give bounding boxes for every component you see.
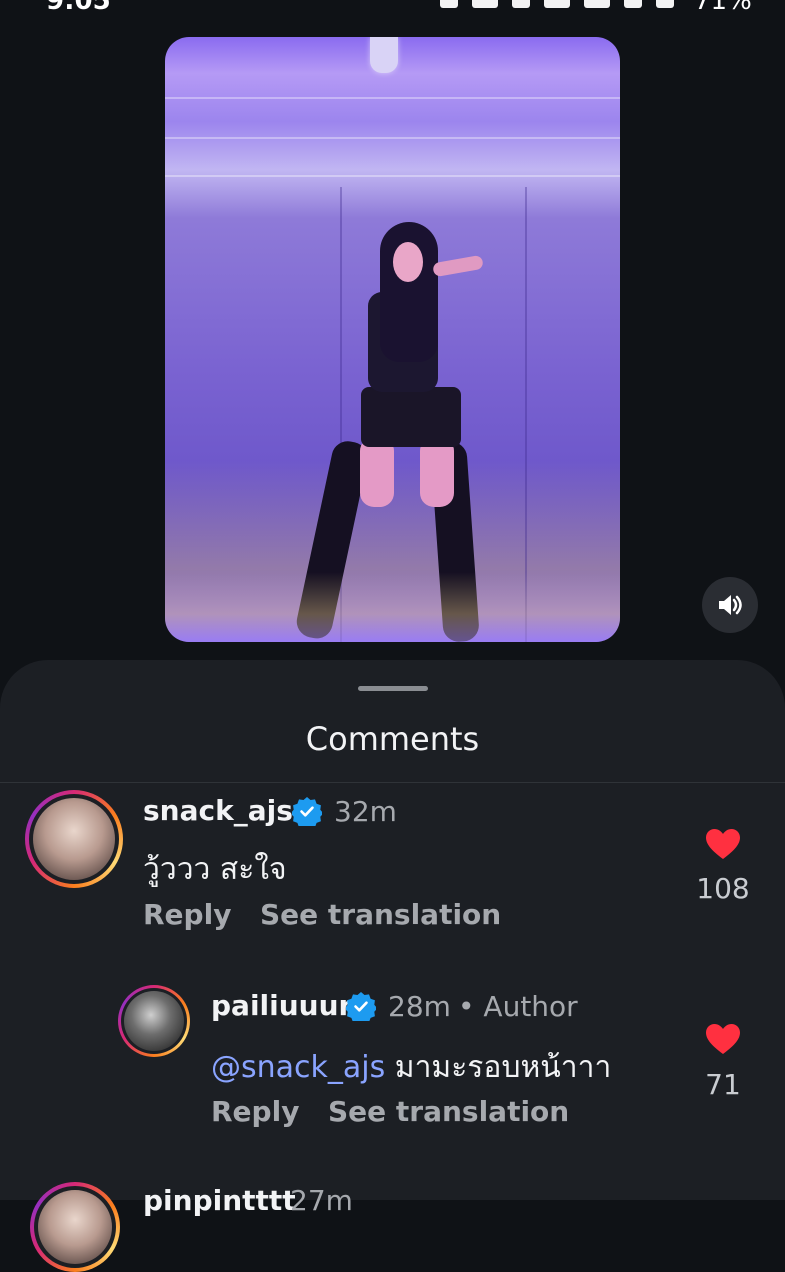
floor-light bbox=[165, 572, 620, 642]
status-icons bbox=[440, 0, 674, 8]
dancer-thigh bbox=[360, 437, 394, 507]
comment-time: 27m bbox=[290, 1184, 353, 1217]
sound-toggle-button[interactable] bbox=[702, 577, 758, 633]
dancer-face bbox=[393, 242, 423, 282]
status-time: 9:05 bbox=[46, 0, 111, 16]
ceiling-lamp bbox=[370, 37, 398, 73]
comment-item: pinpintttt 27m bbox=[0, 660, 785, 1272]
dancer-shorts bbox=[361, 387, 461, 447]
battery-icon bbox=[656, 0, 674, 8]
alarm-icon bbox=[472, 0, 498, 8]
signal-icon-2 bbox=[584, 0, 610, 8]
comments-sheet: Comments snack_ajs 32m วู้ววว สะใจ Reply… bbox=[0, 660, 785, 1272]
call-icon bbox=[512, 0, 530, 8]
battery-percent: 71% bbox=[694, 0, 752, 16]
ceiling-line bbox=[165, 97, 620, 99]
speaker-icon bbox=[719, 595, 742, 615]
reel-video[interactable] bbox=[165, 37, 620, 642]
notification-icon bbox=[440, 0, 458, 8]
dancer-thigh bbox=[420, 437, 454, 507]
avatar-story-ring[interactable] bbox=[30, 1182, 120, 1272]
ceiling-line bbox=[165, 137, 620, 139]
avatar bbox=[38, 1190, 112, 1264]
signal-icon bbox=[544, 0, 570, 8]
ceiling-line bbox=[165, 175, 620, 177]
status-bar: 9:05 71% bbox=[0, 0, 785, 20]
wifi-icon bbox=[624, 0, 642, 8]
comment-username[interactable]: pinpintttt bbox=[143, 1184, 296, 1217]
dancer-arm bbox=[432, 254, 484, 278]
